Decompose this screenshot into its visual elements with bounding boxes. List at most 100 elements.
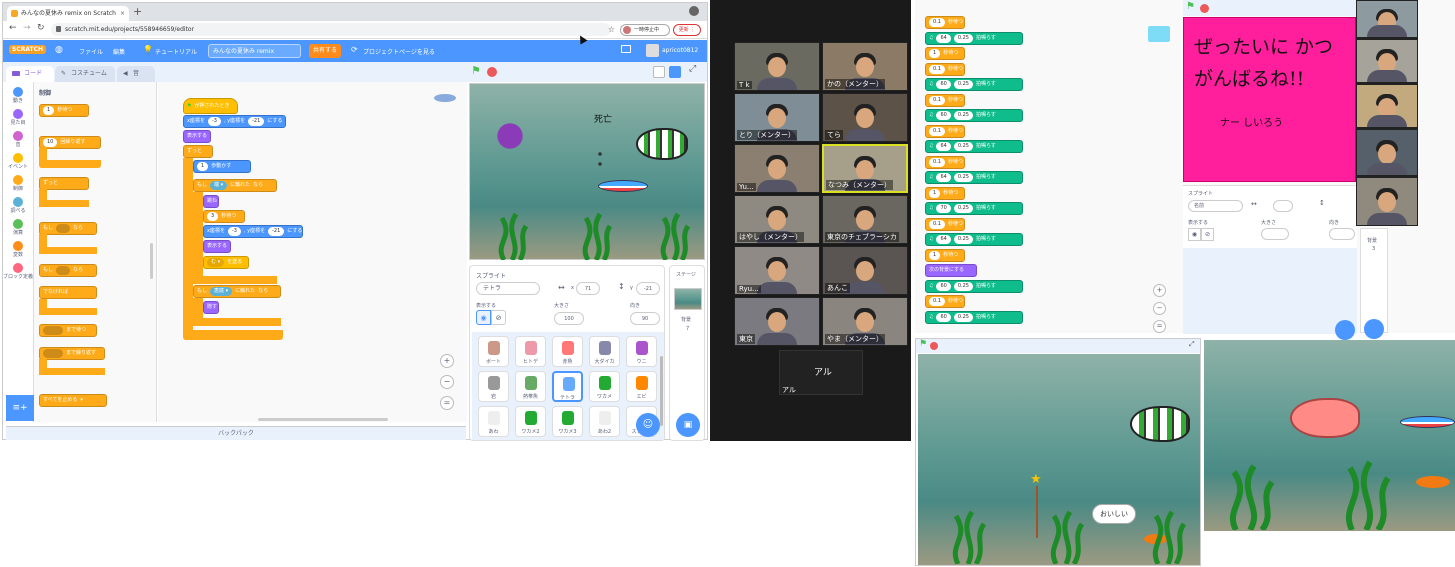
bottom-fullscreen-icon[interactable]: ⤢ bbox=[1189, 340, 1195, 349]
participant-tile[interactable]: なつみ（メンター） bbox=[822, 144, 908, 193]
seaweed-sprite-7[interactable] bbox=[1224, 460, 1280, 530]
large-stage-button[interactable] bbox=[669, 66, 681, 78]
forward-icon[interactable]: → bbox=[23, 23, 31, 33]
bottom-stop-icon[interactable] bbox=[930, 342, 938, 350]
webcam-tile-3[interactable] bbox=[1356, 84, 1418, 128]
sprite-direction-input[interactable]: 90 bbox=[630, 312, 660, 325]
code-block-wait[interactable]: 1 秒待つ bbox=[925, 186, 965, 200]
zoom-out-button[interactable]: − bbox=[440, 375, 454, 389]
palette-ifelse-block[interactable]: もし なら bbox=[39, 264, 97, 277]
webcam-tile-5[interactable] bbox=[1356, 177, 1418, 226]
scratch-logo[interactable]: SCRATCH bbox=[9, 45, 47, 54]
sprite-name-input[interactable]: テトラ bbox=[476, 282, 540, 295]
stage-thumbnail[interactable] bbox=[674, 288, 702, 310]
forever-block[interactable]: ずっと bbox=[183, 145, 213, 158]
show-visible-button[interactable]: ◉ bbox=[476, 310, 491, 325]
participant-tile[interactable]: T k bbox=[734, 42, 820, 91]
reload-icon[interactable]: ↻ bbox=[37, 23, 45, 33]
sprite-tile[interactable]: あわ2 bbox=[589, 406, 620, 437]
small-stage-button[interactable] bbox=[653, 66, 665, 78]
seaweed-sprite-5[interactable] bbox=[1046, 506, 1086, 564]
participant-tile[interactable]: 東京 bbox=[734, 297, 820, 346]
seaweed-sprite-1[interactable] bbox=[494, 208, 530, 260]
show-block[interactable]: 表示する bbox=[183, 130, 211, 143]
code-block-note[interactable]: ♫ 60 0.25 拍鳴らす bbox=[925, 109, 1023, 122]
right-code-area[interactable]: 0.1 秒待つ ♫ 64 0.25 拍鳴らす 1 秒待つ 0.1 秒待つ ♫ 60 0.25 拍鳴らす 0.… bbox=[915, 0, 1183, 333]
tropical-fish-sprite[interactable] bbox=[636, 128, 688, 160]
sprite-tile[interactable]: 岩 bbox=[478, 371, 509, 402]
sprite-tile[interactable]: テトラ bbox=[552, 371, 583, 402]
category-7[interactable]: 演算 bbox=[3, 219, 33, 236]
if-touching-block-2[interactable]: もし 恵底 ▾ に触れた なら bbox=[193, 285, 281, 298]
wait-block[interactable]: 3 秒待つ bbox=[203, 210, 245, 223]
category-9[interactable]: ブロック定義 bbox=[3, 263, 33, 280]
sprite-tile[interactable]: ボート bbox=[478, 336, 509, 367]
tab-code[interactable]: コード bbox=[6, 66, 54, 82]
edit-menu[interactable]: 編集 bbox=[113, 47, 125, 56]
right-dir-input[interactable] bbox=[1329, 228, 1355, 240]
bottom-stage-canvas[interactable]: ★ おいしい bbox=[918, 354, 1200, 565]
webcam-tile-2[interactable] bbox=[1356, 39, 1418, 83]
palette-stop-block[interactable]: すべてを止める ▾ bbox=[39, 394, 107, 407]
shrimp-sprite-2[interactable] bbox=[1416, 476, 1450, 488]
palette-wait-until-block[interactable]: まで待つ bbox=[39, 324, 97, 337]
right-green-flag-icon[interactable]: ⚑ bbox=[1186, 1, 1195, 12]
participant-tile[interactable]: やま（メンター） bbox=[822, 297, 908, 346]
my-stuff-folder-icon[interactable] bbox=[621, 45, 631, 53]
code-block-note[interactable]: ♫ 64 0.25 拍鳴らす bbox=[925, 31, 1023, 45]
hide-block[interactable]: 跳ね bbox=[203, 195, 219, 208]
code-block-wait[interactable]: 0.1 秒待つ bbox=[925, 155, 965, 169]
second-stage-canvas[interactable] bbox=[1204, 340, 1455, 531]
seaweed-sprite-4[interactable] bbox=[948, 506, 988, 564]
right-show-visible[interactable]: ◉ bbox=[1188, 228, 1201, 241]
zoom-reset-button[interactable]: = bbox=[440, 396, 454, 410]
sprite-y-input[interactable]: -21 bbox=[636, 282, 660, 295]
choose-sprite-button[interactable]: ☺ bbox=[636, 413, 660, 437]
code-block-wait[interactable]: 0.1 秒待つ bbox=[925, 124, 965, 138]
code-block-note[interactable]: ♫ 60 0.25 拍鳴らす bbox=[925, 310, 1023, 324]
sprite-tile[interactable]: ウニ bbox=[626, 336, 657, 367]
script-scrollbar[interactable] bbox=[258, 418, 388, 421]
username[interactable]: apricot0812 bbox=[662, 47, 698, 54]
code-block-note[interactable]: ♫ 64 0.25 拍鳴らす bbox=[925, 233, 1023, 246]
code-block-wait[interactable]: 0.1 秒待つ bbox=[925, 62, 965, 76]
active-speaker-tile[interactable]: アル アル bbox=[779, 350, 863, 395]
code-block-wait[interactable]: 1 秒待つ bbox=[925, 47, 965, 60]
zoom-in-button[interactable]: + bbox=[440, 354, 454, 368]
category-3[interactable]: 音 bbox=[3, 131, 33, 148]
code-block-note[interactable]: ♫ 64 0.25 拍鳴らす bbox=[925, 140, 1023, 153]
starfish-icon[interactable]: ★ bbox=[1030, 472, 1042, 487]
category-4[interactable]: イベント bbox=[3, 153, 33, 170]
code-block-wait[interactable]: 0.1 秒待つ bbox=[925, 93, 965, 107]
sprite-tile[interactable]: あわ bbox=[478, 406, 509, 437]
tab-costume[interactable]: ✎ コスチューム bbox=[55, 66, 115, 82]
project-page-link[interactable]: プロジェクトページを見る bbox=[363, 47, 435, 56]
browser-minimize-icon[interactable] bbox=[689, 6, 699, 16]
red-fish-sprite[interactable] bbox=[1290, 398, 1360, 438]
when-flag-clicked-block[interactable]: ⚑ が押されたとき bbox=[183, 98, 238, 114]
address-bar[interactable]: scratch.mit.edu/projects/558946659/edito… bbox=[51, 23, 615, 36]
tab-close-icon[interactable]: × bbox=[120, 6, 125, 21]
sprite-tile[interactable]: ワカメ2 bbox=[515, 406, 546, 437]
code-block-wait[interactable]: 1 秒待つ bbox=[925, 248, 965, 262]
code-block-looks[interactable]: 次の背景にする bbox=[925, 264, 977, 277]
move-steps-block[interactable]: 1 歩動かす bbox=[193, 160, 251, 173]
seaweed-sprite-3[interactable] bbox=[656, 208, 692, 260]
browser-tab[interactable]: みんなの夏休み remix on Scratch × bbox=[7, 6, 129, 21]
sprite-tile[interactable]: 熱帯魚 bbox=[515, 371, 546, 402]
participant-tile[interactable]: かの（メンター） bbox=[822, 42, 908, 91]
code-block-note[interactable]: ♫ 64 0.25 拍鳴らす bbox=[925, 171, 1023, 184]
project-title-input[interactable]: みんなの夏休み remix bbox=[208, 44, 301, 58]
tropical-fish-sprite-2[interactable] bbox=[1130, 406, 1190, 442]
right-add-sprite-button[interactable] bbox=[1335, 320, 1355, 340]
right-sprite-name-input[interactable]: 名前 bbox=[1188, 200, 1243, 212]
sea-urchin-sprite[interactable] bbox=[488, 120, 532, 152]
bookmark-star-icon[interactable]: ☆ bbox=[608, 23, 615, 36]
palette-scrollbar[interactable] bbox=[150, 243, 153, 279]
new-tab-button[interactable]: + bbox=[133, 5, 142, 18]
sprite-x-input[interactable]: 71 bbox=[576, 282, 600, 295]
participant-tile[interactable]: Yu... bbox=[734, 144, 820, 193]
show-hidden-button[interactable]: ⊘ bbox=[491, 310, 506, 325]
seaweed-sprite-6[interactable] bbox=[1148, 506, 1188, 564]
paused-profile-chip[interactable]: 一時停止中 bbox=[620, 24, 670, 36]
